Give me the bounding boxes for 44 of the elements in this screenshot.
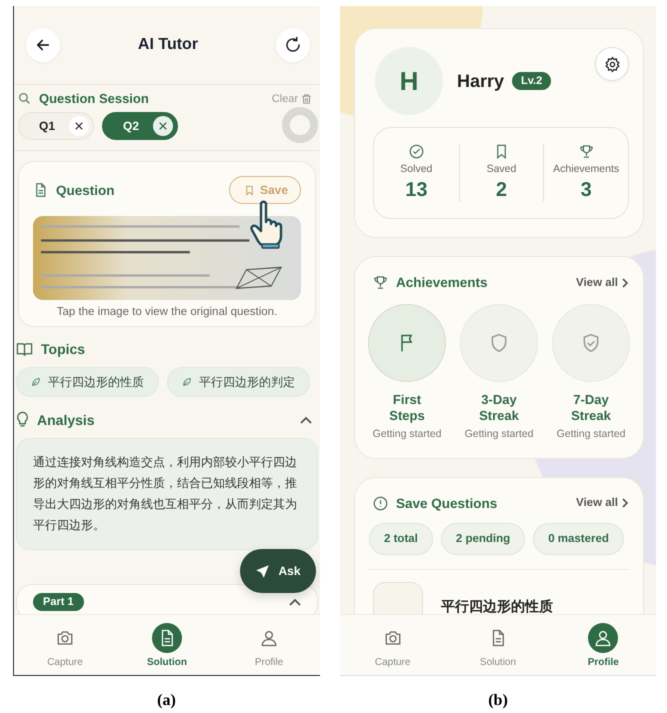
- achievement-title: First Steps: [388, 392, 426, 424]
- achievement-title: 7-Day Streak: [570, 392, 612, 424]
- achievement-subtitle: Getting started: [464, 428, 534, 440]
- stat-value: 3: [580, 179, 592, 202]
- view-all-link[interactable]: View all: [576, 497, 629, 509]
- saved-question-title[interactable]: 平行四边形的性质: [441, 598, 553, 614]
- image-caption: Tap the image to view the original question.: [56, 306, 278, 318]
- question-tab[interactable]: Q2: [102, 112, 178, 140]
- figure-caption: (b): [488, 692, 508, 710]
- count-chip: 2 pending: [440, 522, 526, 554]
- achievement-subtitle: Getting started: [372, 428, 442, 440]
- nav-tab[interactable]: Profile: [234, 622, 304, 668]
- stat-label: Solved: [400, 163, 432, 175]
- nav-tab[interactable]: Solution: [132, 622, 202, 668]
- user-name: Harry: [457, 70, 504, 92]
- nav-tab[interactable]: Solution: [462, 622, 533, 668]
- figure-caption: (a): [157, 692, 176, 710]
- ask-button[interactable]: Ask: [240, 549, 316, 593]
- avatar: H: [375, 47, 443, 115]
- topic-chip[interactable]: 平行四边形的判定: [167, 367, 310, 397]
- achievement-subtitle: Getting started: [556, 428, 626, 440]
- screen-title: AI Tutor: [138, 36, 198, 54]
- section-title: Question Session: [39, 91, 149, 106]
- card-title: Question: [56, 182, 115, 198]
- question-tab[interactable]: Q1: [18, 112, 94, 140]
- analysis-text: 通过连接对角线构造交点，利用内部较小平行四边形的对角线互相平分性质，结合已知线段相等，推导出大四边形的对角线也互相平分，从而判定其为平行四边形。: [16, 438, 318, 550]
- topic-chip[interactable]: 平行四边形的性质: [16, 367, 159, 397]
- stat-value: 13: [405, 179, 428, 202]
- nav-tab[interactable]: Capture: [30, 622, 100, 668]
- nav-tab[interactable]: Profile: [568, 622, 638, 668]
- count-chip: 2 total: [369, 522, 433, 554]
- stat-label: Achievements: [553, 163, 620, 175]
- card-title: Achievements: [396, 275, 488, 290]
- section-title: Topics: [41, 341, 86, 357]
- section-title: Analysis: [37, 412, 95, 428]
- view-all-link[interactable]: View all: [576, 276, 629, 288]
- part-label: Part 1: [33, 593, 84, 611]
- achievement-title: 3-Day Streak: [478, 392, 520, 424]
- nav-tab[interactable]: Capture: [358, 622, 428, 668]
- count-chip: 0 mastered: [533, 522, 624, 554]
- stat-label: Saved: [486, 163, 516, 175]
- card-title: Save Questions: [396, 496, 498, 510]
- stat-value: 2: [496, 179, 508, 202]
- level-badge: Lv.2: [512, 72, 552, 90]
